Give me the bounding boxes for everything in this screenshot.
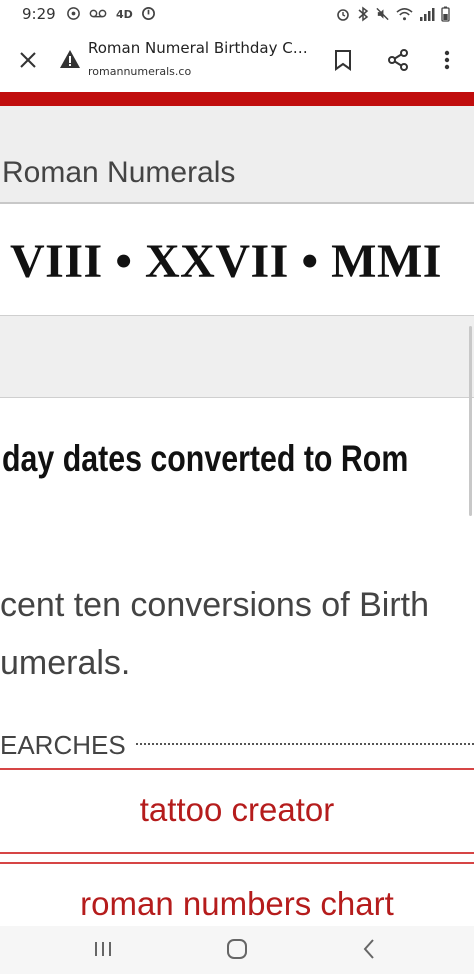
ad-placeholder	[0, 316, 474, 398]
site-header: Roman Numerals	[0, 106, 474, 204]
status-icons-left: 4D	[66, 6, 156, 21]
navigation-bar	[0, 926, 474, 974]
signal-icon	[420, 8, 435, 21]
bookmark-button[interactable]	[330, 46, 356, 74]
header-accent-bar	[0, 92, 474, 106]
close-icon	[20, 52, 36, 68]
share-icon	[388, 49, 408, 71]
whatsapp-icon	[67, 7, 80, 20]
page-title[interactable]: Roman Numeral Birthday Con...	[88, 39, 310, 57]
vpn-icon	[142, 7, 155, 20]
page-url[interactable]: romannumerals.co	[88, 65, 191, 78]
browser-toolbar: Roman Numeral Birthday Con... romannumer…	[0, 30, 474, 92]
more-options-button[interactable]	[436, 46, 458, 74]
status-bar: 9:29 4D	[0, 0, 474, 30]
back-icon[interactable]	[358, 937, 380, 961]
numeral-date: VIII • XXVII • MMI	[10, 235, 442, 288]
close-tab-button[interactable]	[14, 46, 42, 74]
status-icons-right	[335, 6, 450, 22]
battery-icon	[441, 6, 450, 22]
recents-icon[interactable]	[92, 938, 114, 960]
voicemail-icon	[89, 9, 107, 18]
search-link-roman-numbers-chart[interactable]: roman numbers chart	[0, 862, 474, 926]
section-description: cent ten conversions of Birth umerals.	[0, 586, 430, 682]
section-heading: day dates converted to Rom	[2, 438, 409, 479]
alarm-icon	[337, 9, 349, 21]
searches-header: EARCHES	[0, 730, 474, 760]
more-vert-icon	[444, 50, 450, 70]
bluetooth-icon	[358, 6, 369, 22]
mute-icon	[376, 7, 389, 21]
web-page: Roman Numerals VIII • XXVII • MMI day da…	[0, 106, 474, 926]
bookmark-icon	[335, 50, 351, 71]
share-button[interactable]	[384, 46, 412, 74]
svg-text:4D: 4D	[116, 8, 133, 21]
warning-icon[interactable]	[59, 48, 81, 70]
site-title[interactable]: Roman Numerals	[2, 156, 235, 190]
4d-icon: 4D	[116, 8, 133, 21]
wifi-icon	[396, 8, 413, 21]
search-link-label: roman numbers chart	[80, 885, 394, 922]
status-time: 9:29	[22, 5, 56, 23]
numeral-result: VIII • XXVII • MMI	[0, 206, 474, 316]
dotted-divider	[136, 743, 474, 745]
search-link-tattoo-creator[interactable]: tattoo creator	[0, 768, 474, 854]
home-icon[interactable]	[224, 936, 250, 962]
scroll-indicator	[469, 326, 472, 516]
searches-label: EARCHES	[0, 730, 126, 760]
search-link-label: tattoo creator	[139, 791, 335, 828]
